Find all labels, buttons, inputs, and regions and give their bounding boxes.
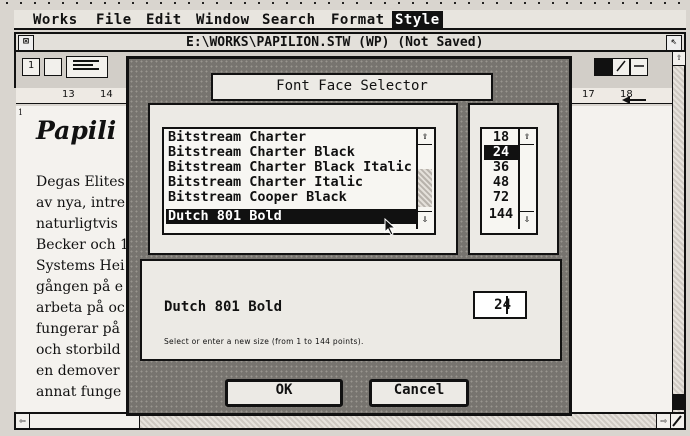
size-list-panel: 18 24 36 48 72 144 ⇧ ⇩ (468, 103, 559, 255)
font-list-item[interactable]: Bitstream Charter Black (166, 145, 357, 160)
size-list-item[interactable]: 48 (484, 175, 518, 190)
menu-works[interactable]: Works (30, 11, 81, 29)
menu-format[interactable]: Format (328, 11, 388, 29)
vertical-scrollbar[interactable]: ⇧ (672, 52, 686, 412)
ruler-mark: 13 (62, 89, 75, 100)
document-line: Degas Elites (36, 174, 125, 190)
font-list-item[interactable]: Bitstream Cooper Black (166, 190, 349, 205)
dialog-title: Font Face Selector (211, 73, 493, 101)
font-face-selector-dialog: Font Face Selector Bitstream Charter Bit… (126, 56, 572, 416)
scroll-up-icon[interactable]: ⇧ (673, 52, 685, 66)
font-list-scrollbar[interactable]: ⇧ ⇩ (416, 129, 432, 229)
cancel-button[interactable]: Cancel (369, 379, 469, 407)
menu-bar: Works File Edit Window Search Format Sty… (14, 10, 686, 30)
size-list-item-selected[interactable]: 24 (484, 145, 518, 160)
menu-search[interactable]: Search (259, 11, 319, 29)
page-marker: 1 (18, 108, 24, 117)
selected-font-name: Dutch 801 Bold (164, 299, 283, 315)
document-line: fungerar på (36, 321, 120, 337)
size-list-item[interactable]: 18 (484, 130, 518, 145)
scroll-track[interactable] (418, 169, 432, 207)
document-line: en demover (36, 363, 120, 379)
page-number-button[interactable]: 1 (22, 58, 40, 76)
size-entry-panel: Dutch 801 Bold 24 Select or enter a new … (140, 259, 562, 361)
menu-window[interactable]: Window (193, 11, 253, 29)
menu-edit[interactable]: Edit (143, 11, 185, 29)
window-title: E:\WORKS\PAPILION.STW (WP) (Not Saved) (186, 35, 484, 50)
ruler-mark: 17 (582, 89, 595, 100)
size-list-item[interactable]: 36 (484, 160, 518, 175)
font-list-panel: Bitstream Charter Bitstream Charter Blac… (148, 103, 458, 255)
size-hint-text: Select or enter a new size (from 1 to 14… (164, 337, 364, 346)
document-line: Becker och 1 (36, 237, 129, 253)
right-margin-marker-icon[interactable] (622, 96, 646, 104)
text-cursor (506, 296, 508, 314)
document-line: arbeta på oc (36, 300, 125, 316)
menu-file[interactable]: File (93, 11, 135, 29)
document-line: Systems Hei (36, 258, 125, 274)
font-list-item[interactable]: Bitstream Charter Black Italic (166, 160, 414, 175)
scroll-thumb[interactable] (673, 394, 685, 410)
underline-tool-icon[interactable] (630, 58, 648, 76)
bold-tool-icon[interactable] (594, 58, 612, 76)
full-box-icon[interactable]: ⇖ (666, 35, 682, 51)
document-line: naturligtvis (36, 216, 118, 232)
scroll-up-icon[interactable]: ⇧ (418, 129, 432, 145)
ok-button[interactable]: OK (225, 379, 343, 407)
scroll-down-icon[interactable]: ⇩ (418, 211, 432, 227)
font-list-item[interactable]: Bitstream Charter Italic (166, 175, 365, 190)
size-list-item[interactable]: 144 (484, 207, 518, 222)
size-list[interactable]: 18 24 36 48 72 144 ⇧ ⇩ (480, 127, 538, 235)
ruler-mark: 14 (100, 89, 113, 100)
document-line: gången på e (36, 279, 124, 295)
scroll-down-icon[interactable]: ⇩ (520, 211, 534, 227)
document-icon[interactable] (44, 58, 62, 76)
top-dotted-border (0, 0, 690, 8)
document-line: annat funge (36, 384, 122, 400)
scroll-left-icon[interactable]: ⇦ (16, 414, 30, 428)
scroll-thumb-horizontal[interactable] (30, 414, 140, 428)
scroll-up-icon[interactable]: ⇧ (520, 129, 534, 145)
scroll-right-icon[interactable]: ⇨ (656, 414, 670, 428)
font-list-item[interactable]: Bitstream Charter (166, 130, 308, 145)
align-left-icon[interactable] (66, 56, 108, 78)
size-box-icon[interactable] (670, 414, 684, 428)
size-list-item[interactable]: 72 (484, 190, 518, 205)
document-heading: Papili (36, 116, 117, 145)
document-line: av nya, intre (36, 195, 125, 211)
document-line: och storbild (36, 342, 121, 358)
menu-style[interactable]: Style (392, 11, 443, 29)
size-input[interactable]: 24 (473, 291, 527, 319)
window-title-bar[interactable]: ⊠ E:\WORKS\PAPILION.STW (WP) (Not Saved)… (14, 32, 686, 52)
size-list-scrollbar[interactable]: ⇧ ⇩ (518, 129, 534, 229)
close-box-icon[interactable]: ⊠ (18, 35, 34, 51)
italic-tool-icon[interactable] (612, 58, 630, 76)
mouse-pointer-icon (384, 218, 397, 236)
scroll-track[interactable] (520, 145, 534, 207)
